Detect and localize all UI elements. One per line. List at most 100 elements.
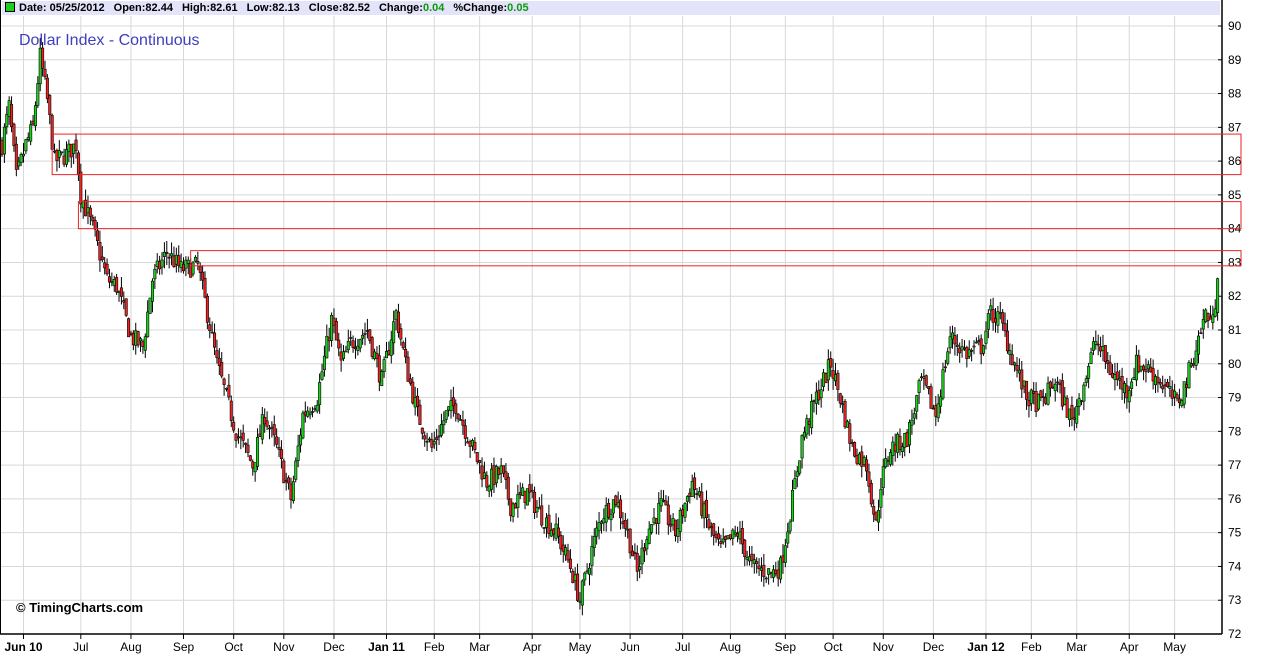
candle-body <box>1041 396 1045 398</box>
candle-body <box>0 140 4 155</box>
candle-body <box>1206 313 1210 321</box>
candle-body <box>552 528 556 535</box>
candle-body <box>5 113 9 128</box>
candle-body <box>559 534 563 550</box>
candle-body <box>819 389 823 398</box>
y-tick-label: 77 <box>1228 458 1242 472</box>
candle-body <box>256 437 260 467</box>
candle-body <box>702 503 706 519</box>
x-tick-label: Sep <box>775 640 797 654</box>
candle-body <box>1072 417 1076 420</box>
candle-body <box>1122 383 1126 394</box>
candle-body <box>480 465 484 480</box>
y-tick-label: 90 <box>1228 19 1242 33</box>
candle-body <box>576 573 580 601</box>
candle-body <box>836 372 840 390</box>
candle-body <box>678 510 682 532</box>
candle-body <box>234 433 238 441</box>
candle-body <box>611 499 615 514</box>
candle-body <box>700 491 704 516</box>
candle-body <box>296 445 300 461</box>
x-tick-label: Oct <box>224 640 243 654</box>
candle-body <box>177 255 181 266</box>
candle-body <box>1065 398 1069 418</box>
candle-body <box>893 444 897 452</box>
pct-change-label: %Change: <box>453 2 508 14</box>
candle-body <box>184 259 188 269</box>
candle-body <box>1163 384 1167 387</box>
candle-body <box>1139 365 1143 371</box>
candle-body <box>769 571 773 574</box>
candle-body <box>258 433 262 437</box>
candle-body <box>924 375 928 386</box>
candle-body <box>141 341 145 348</box>
candle-body <box>468 441 472 447</box>
candle-body <box>817 389 821 401</box>
candle-body <box>136 331 140 346</box>
candle-body <box>764 577 768 580</box>
candle-body <box>213 332 217 348</box>
candle-body <box>903 432 907 448</box>
candle-body <box>666 504 670 525</box>
candle-body <box>1211 314 1215 323</box>
candle-body <box>368 329 372 341</box>
candle-body <box>855 455 859 464</box>
candle-body <box>960 346 964 351</box>
candle-body <box>953 335 957 345</box>
candle-body <box>502 465 506 474</box>
candle-body <box>786 531 790 544</box>
candle-body <box>284 479 288 482</box>
candle-body <box>599 521 603 524</box>
candle-body <box>1154 376 1158 386</box>
candle-body <box>2 126 6 155</box>
candle-body <box>1048 381 1052 389</box>
candle-body <box>681 509 685 517</box>
candle-body <box>874 511 878 521</box>
candle-body <box>779 557 783 580</box>
candle-body <box>1127 390 1131 403</box>
candle-body <box>1010 354 1014 366</box>
candle-body <box>728 534 732 540</box>
candle-body <box>900 446 904 453</box>
candle-body <box>568 558 572 569</box>
candle-body <box>740 528 744 545</box>
candle-body <box>609 513 613 521</box>
candle-body <box>463 425 467 439</box>
candle-body <box>833 374 837 382</box>
y-tick-label: 76 <box>1228 492 1242 506</box>
y-tick-label: 82 <box>1228 289 1242 303</box>
candle-body <box>1170 389 1174 399</box>
candle-body <box>688 492 692 497</box>
candle-body <box>573 574 577 582</box>
candle-body <box>442 420 446 426</box>
candle-body <box>795 471 799 477</box>
x-tick-label: Aug <box>120 640 141 654</box>
candle-body <box>423 435 427 440</box>
candle-body <box>76 152 80 175</box>
candle-body <box>979 338 983 355</box>
candle-body <box>459 419 463 421</box>
candle-body <box>451 397 455 407</box>
candle-body <box>251 461 255 469</box>
candle-body <box>313 408 317 410</box>
candle-body <box>17 160 21 167</box>
x-tick-label: Jul <box>675 640 690 654</box>
open-label: Open: <box>113 2 146 14</box>
candle-body <box>872 506 876 515</box>
candle-body <box>291 481 295 501</box>
x-tick-label: Jan 11 <box>368 640 405 654</box>
y-tick-label: 81 <box>1228 323 1242 337</box>
candle-body <box>277 446 281 450</box>
candle-body <box>10 104 14 127</box>
candle-body <box>485 475 489 488</box>
candle-body <box>1060 380 1064 407</box>
candle-body <box>100 256 104 261</box>
candle-body <box>158 261 162 270</box>
candle-body <box>279 449 283 460</box>
candle-body <box>1146 364 1150 370</box>
candle-body <box>1013 362 1017 366</box>
candle-body <box>1082 384 1086 402</box>
candle-body <box>148 297 152 314</box>
candle-body <box>619 499 623 519</box>
candle-body <box>408 378 412 384</box>
